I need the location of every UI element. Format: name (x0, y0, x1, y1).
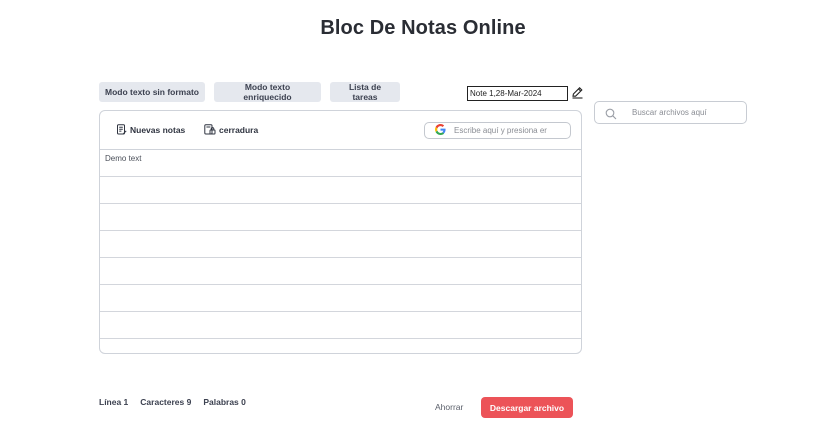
plain-text-mode-button[interactable]: Modo texto sin formato (99, 82, 205, 102)
save-button[interactable]: Ahorrar (427, 400, 471, 414)
character-count: Caracteres 9 (140, 397, 192, 407)
line-count: Línea 1 (99, 397, 129, 407)
note-editor: Nuevas notas cerradura Escribe aquí y pr… (99, 110, 582, 354)
lock-label: cerradura (219, 124, 259, 135)
new-notes-button[interactable]: Nuevas notas (116, 124, 185, 135)
rich-text-mode-button[interactable]: Modo texto enriquecido (214, 82, 321, 102)
note-content: Demo text (105, 154, 142, 163)
download-file-button[interactable]: Descargar archivo (481, 397, 573, 418)
new-note-icon (116, 124, 127, 135)
lock-button[interactable]: cerradura (204, 124, 258, 135)
word-count: Palabras 0 (203, 397, 246, 407)
edit-pencil-icon[interactable] (571, 86, 584, 99)
file-search-box (594, 101, 747, 124)
google-search-input[interactable] (454, 126, 564, 135)
new-notes-label: Nuevas notas (130, 124, 186, 135)
page-title: Bloc De Notas Online (320, 17, 526, 39)
google-icon (434, 123, 446, 138)
file-search-input[interactable] (632, 108, 742, 117)
lock-note-icon (204, 124, 216, 135)
status-bar: Línea 1 Caracteres 9 Palabras 0 (99, 397, 246, 407)
editor-toolbar: Nuevas notas cerradura (100, 111, 581, 150)
search-icon (605, 107, 617, 119)
note-name-input[interactable] (467, 86, 568, 101)
note-text-area[interactable]: Demo text (100, 150, 581, 353)
google-search-box (424, 122, 571, 139)
task-list-mode-button[interactable]: Lista de tareas (330, 82, 400, 102)
